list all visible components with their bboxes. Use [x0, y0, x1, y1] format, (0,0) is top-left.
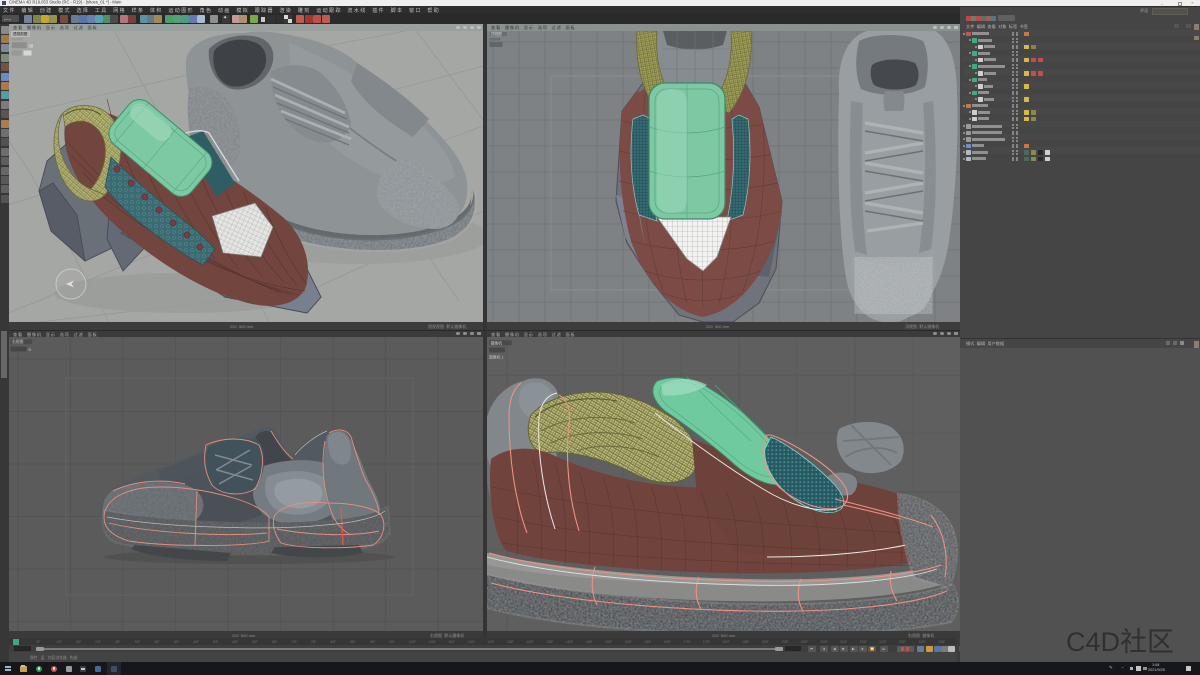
svg-text:透视视图: 透视视图 — [13, 31, 28, 36]
svg-text:38: 38 — [29, 44, 34, 49]
svg-text:顶视图: 顶视图 — [491, 31, 502, 36]
svg-text:摄像机: 摄像机 — [491, 340, 503, 345]
svg-text:右视图: 右视图 — [12, 339, 24, 344]
svg-text:摄像机 1: 摄像机 1 — [489, 355, 504, 360]
